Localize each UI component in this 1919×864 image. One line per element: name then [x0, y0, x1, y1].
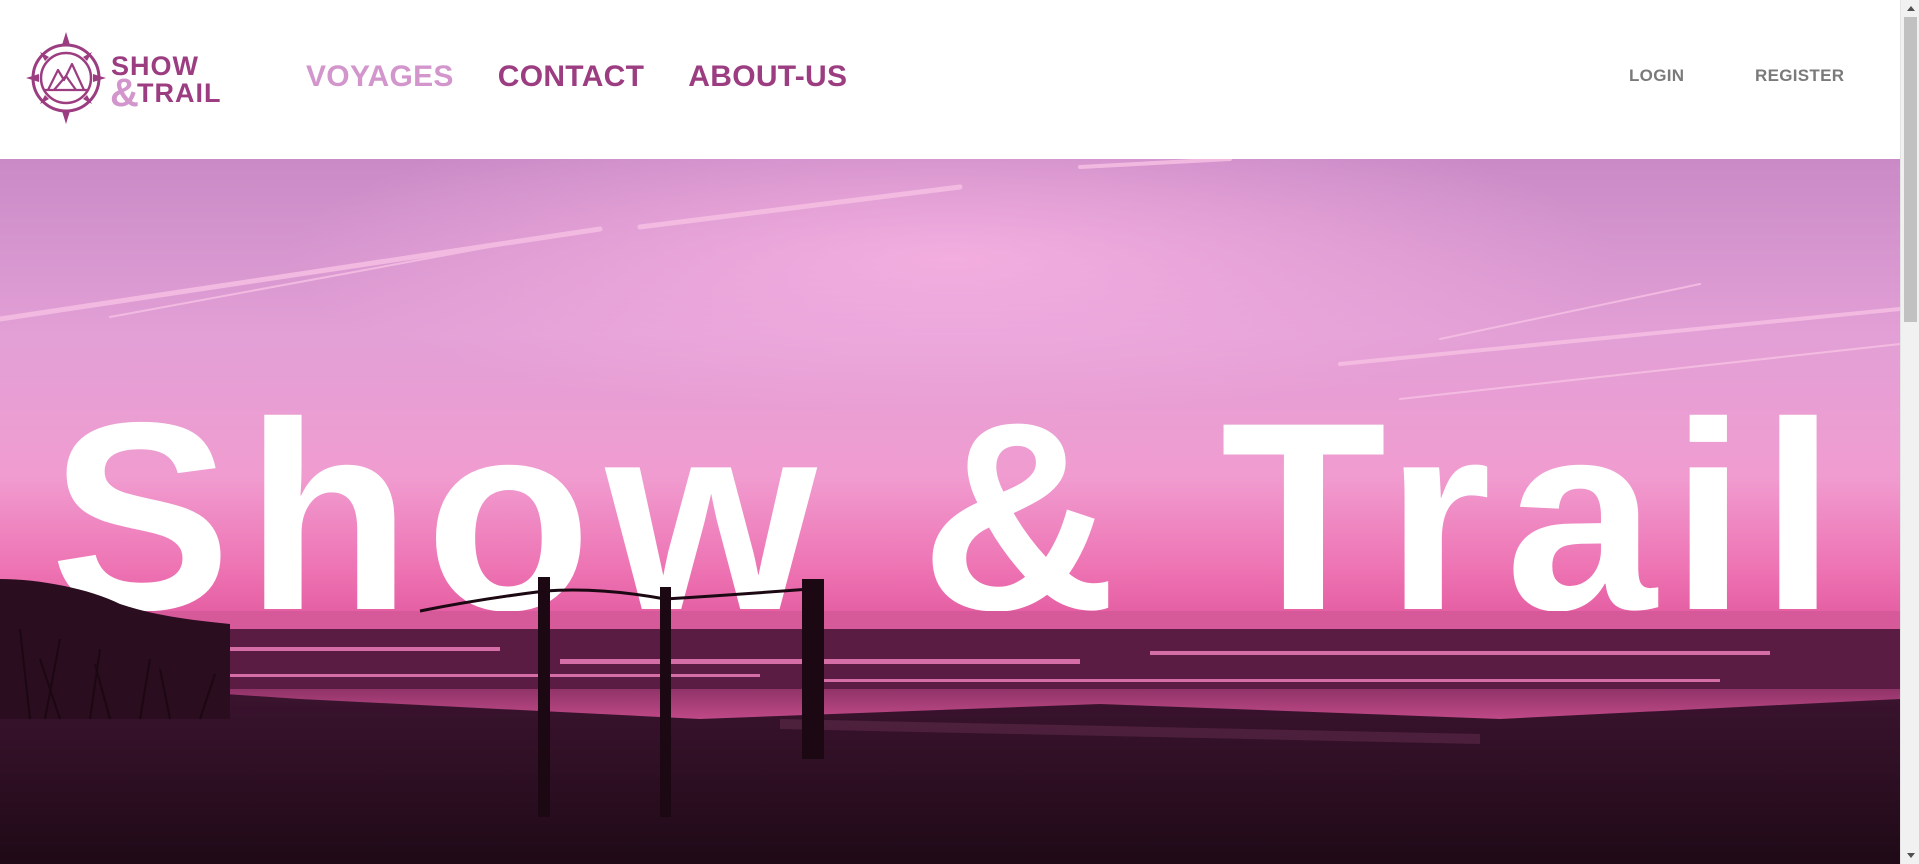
nav-item-voyages[interactable]: VOYAGES	[306, 59, 454, 95]
page-scrollbar[interactable]	[1900, 0, 1919, 864]
register-link[interactable]: REGISTER	[1755, 66, 1844, 86]
scroll-up-arrow-icon[interactable]	[1901, 0, 1919, 17]
nav-item-about-us[interactable]: ABOUT-US	[688, 59, 847, 95]
site-header: SHOW & TRAIL VOYAGES CONTACT ABOUT-US LO…	[0, 0, 1900, 159]
nav-item-contact[interactable]: CONTACT	[498, 59, 645, 95]
main-nav: VOYAGES CONTACT ABOUT-US	[306, 59, 847, 95]
logo-word-trail: TRAIL	[137, 78, 221, 108]
scrollbar-thumb[interactable]	[1904, 17, 1917, 322]
compass-mountain-logo-icon: SHOW & TRAIL	[26, 32, 221, 124]
site-logo[interactable]: SHOW & TRAIL	[26, 32, 236, 124]
page: SHOW & TRAIL VOYAGES CONTACT ABOUT-US LO…	[0, 0, 1900, 864]
login-link[interactable]: LOGIN	[1629, 66, 1684, 86]
hero-banner: Show & Trail	[0, 159, 1900, 864]
scroll-down-arrow-icon[interactable]	[1901, 847, 1919, 864]
logo-ampersand: &	[110, 71, 139, 115]
hero-background-image: Show & Trail	[0, 159, 1900, 864]
